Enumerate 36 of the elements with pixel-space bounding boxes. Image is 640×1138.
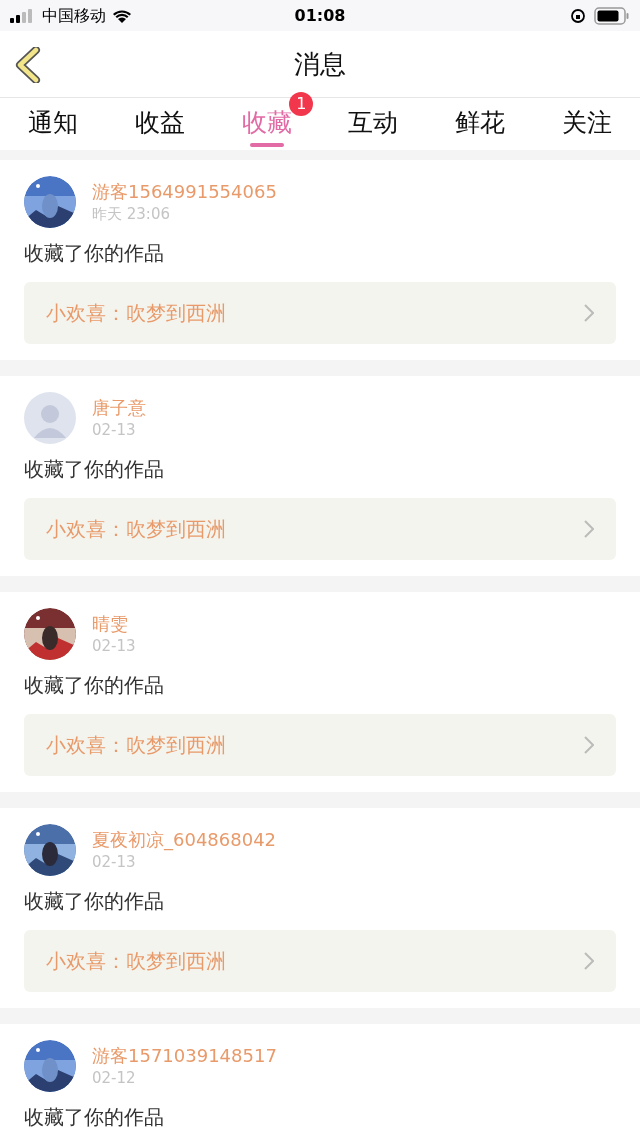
chevron-right-icon [584,520,594,538]
message-text: 收藏了你的作品 [24,1104,165,1131]
user-name[interactable]: 晴雯 [92,612,136,636]
message-text: 收藏了你的作品 [24,456,165,483]
tab[interactable]: 互动 [348,104,399,142]
wifi-icon [112,8,132,23]
user-name[interactable]: 游客1564991554065 [92,180,277,204]
tab[interactable]: 鲜花 [455,104,505,142]
clock-time: 01:08 [293,4,347,27]
chevron-right-icon [584,952,594,970]
rotation-lock-icon [570,7,586,24]
message-text: 收藏了你的作品 [24,240,165,267]
user-name[interactable]: 游客1571039148517 [92,1044,277,1068]
work-link[interactable]: 小欢喜：吹梦到西洲 [24,930,616,992]
battery-icon [594,6,630,25]
page-title: 消息 [294,47,346,81]
work-link[interactable]: 小欢喜：吹梦到西洲 [24,498,616,560]
message-time: 02-13 [92,852,137,872]
user-name[interactable]: 唐子意 [92,396,146,420]
chevron-right-icon [584,736,594,754]
tab[interactable]: 关注 [561,104,612,142]
tab[interactable]: 收益 [135,104,185,142]
message-time: 02-13 [92,636,136,656]
tab[interactable]: 收藏 [241,104,292,147]
work-link[interactable]: 小欢喜：吹梦到西洲 [24,282,616,344]
user-name[interactable]: 夏夜初凉_604868042 [92,828,277,852]
carrier-label: 中国移动 [42,4,106,27]
message-time: 昨天 23:06 [92,204,171,224]
message-time: 02-12 [92,1068,137,1088]
work-link[interactable]: 小欢喜：吹梦到西洲 [24,714,616,776]
tab[interactable]: 通知 [28,104,79,142]
message-text: 收藏了你的作品 [24,888,165,915]
message-time: 02-13 [92,420,137,440]
default-avatar-icon [24,392,76,444]
chevron-right-icon [584,304,594,322]
message-text: 收藏了你的作品 [24,672,165,699]
